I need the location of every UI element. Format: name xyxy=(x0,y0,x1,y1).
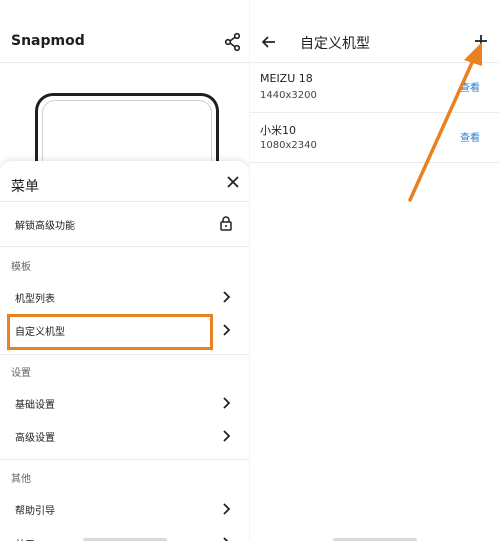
page-title: 自定义机型 xyxy=(300,36,370,52)
model-resolution: 1080x2340 xyxy=(260,140,317,151)
view-button[interactable]: 查看 xyxy=(460,79,480,94)
section-header-templates: 模板 xyxy=(11,262,31,273)
model-list-item[interactable]: 小米10 1080x2340 查看 xyxy=(250,112,499,163)
menu-item-label: 高级设置 xyxy=(15,433,55,444)
chevron-right-icon xyxy=(223,291,231,303)
plus-icon[interactable] xyxy=(474,34,488,48)
menu-item-model-list[interactable]: 机型列表 xyxy=(0,282,249,312)
menu-item-help[interactable]: 帮助引导 xyxy=(0,494,249,524)
menu-item-unlock[interactable]: 解锁高级功能 xyxy=(0,209,249,239)
divider xyxy=(0,246,249,247)
close-icon[interactable] xyxy=(224,173,242,191)
chevron-right-icon xyxy=(223,397,231,409)
chevron-right-icon xyxy=(223,503,231,515)
menu-item-label: 基础设置 xyxy=(15,400,55,411)
chevron-right-icon xyxy=(223,537,229,541)
menu-title: 菜单 xyxy=(11,179,39,195)
highlight-box xyxy=(7,314,213,350)
section-header-other: 其他 xyxy=(11,474,31,485)
model-list-item[interactable]: MEIZU 18 1440x3200 查看 xyxy=(250,62,499,113)
right-screen: 自定义机型 MEIZU 18 1440x3200 查看 小米10 1080x23… xyxy=(250,0,499,541)
menu-item-advanced-settings[interactable]: 高级设置 xyxy=(0,421,249,451)
menu-item-basic-settings[interactable]: 基础设置 xyxy=(0,388,249,418)
divider xyxy=(0,459,249,460)
share-icon[interactable] xyxy=(223,32,243,52)
model-name: 小米10 xyxy=(260,124,296,137)
right-app-bar: 自定义机型 xyxy=(250,0,499,63)
left-app-bar: Snapmod xyxy=(0,0,249,63)
divider xyxy=(0,354,249,355)
app-title: Snapmod xyxy=(11,33,85,49)
arrow-left-icon[interactable] xyxy=(261,34,277,50)
left-screen: Snapmod 菜单 解锁高级功能 模板 机型列表 自定义机型 设置 基础设置 … xyxy=(0,0,249,541)
lock-icon xyxy=(220,216,232,231)
chevron-right-icon xyxy=(223,430,231,442)
menu-item-label: 帮助引导 xyxy=(15,506,55,517)
menu-item-label: 机型列表 xyxy=(15,294,55,305)
section-header-settings: 设置 xyxy=(11,368,31,379)
view-button[interactable]: 查看 xyxy=(460,129,480,144)
menu-item-label: 解锁高级功能 xyxy=(15,221,75,232)
menu-item-label: 关于 xyxy=(15,536,35,541)
chevron-right-icon xyxy=(223,324,231,336)
model-resolution: 1440x3200 xyxy=(260,90,317,101)
model-name: MEIZU 18 xyxy=(260,72,313,85)
divider xyxy=(0,201,249,202)
